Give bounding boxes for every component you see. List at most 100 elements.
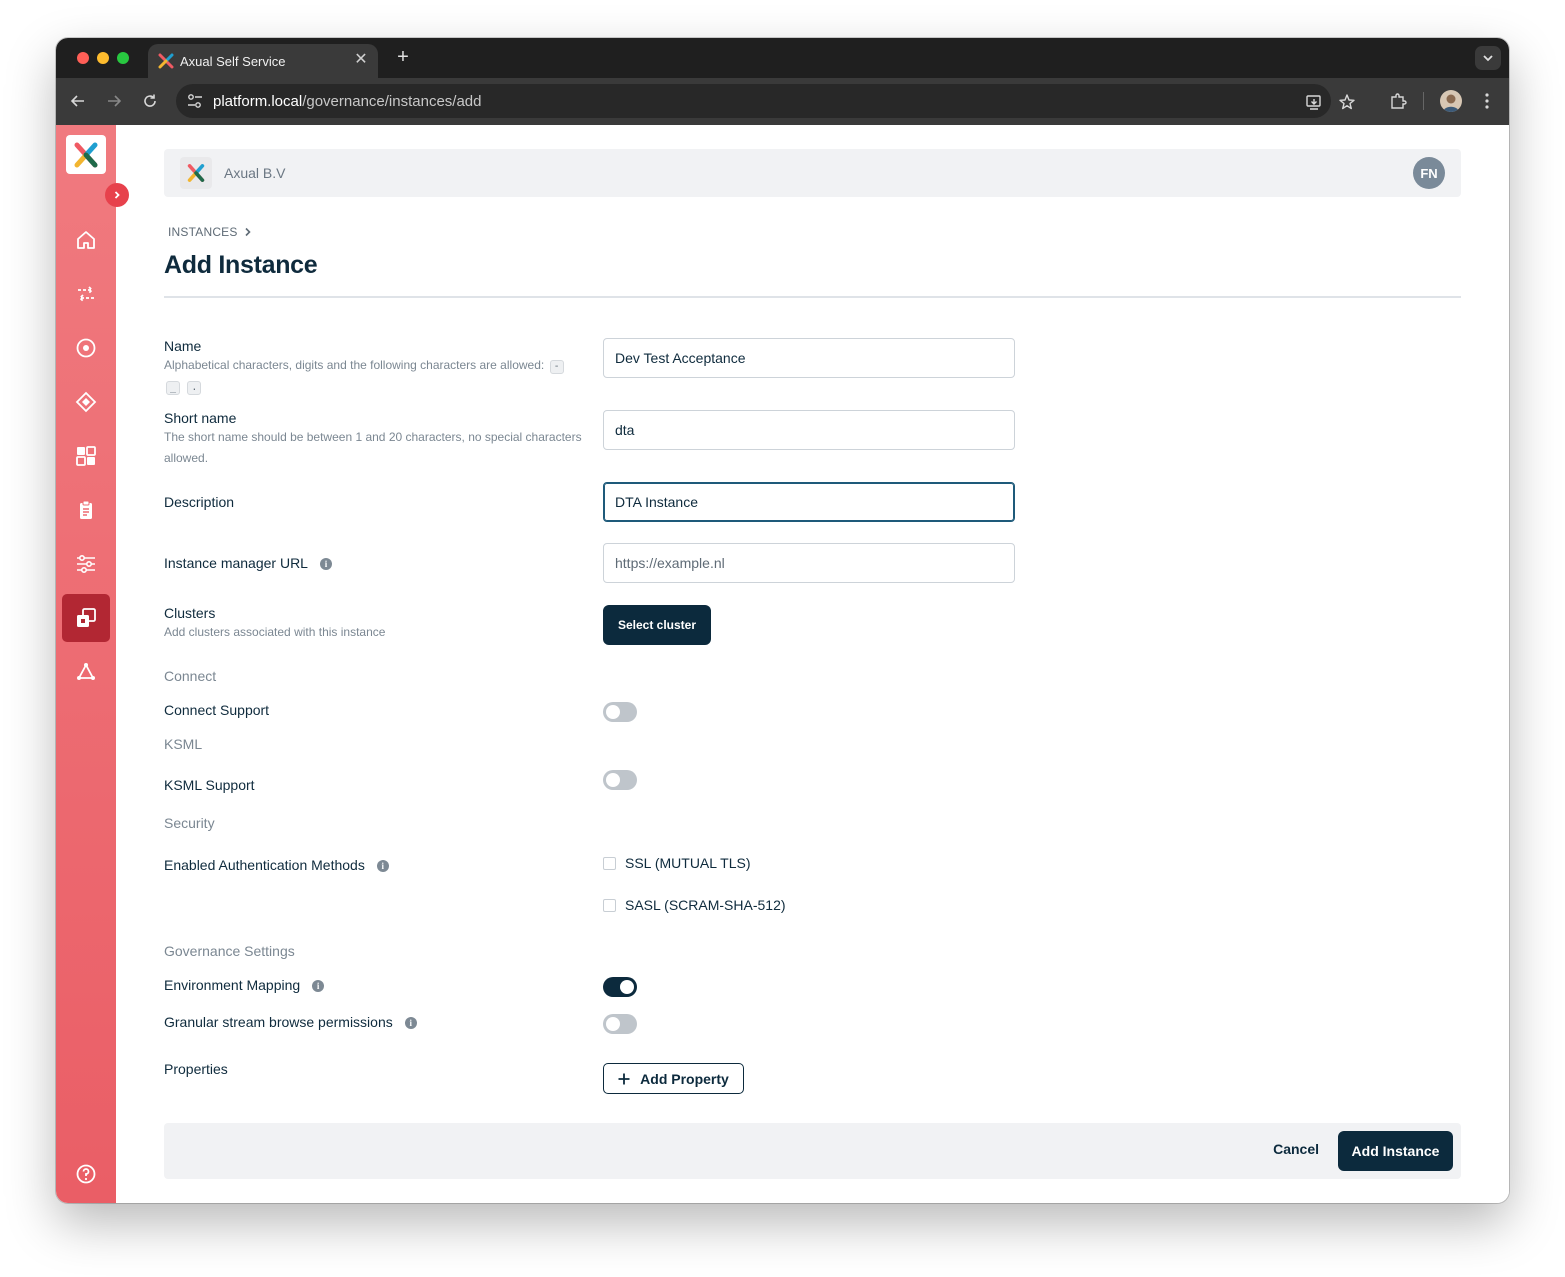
grid-icon <box>76 446 96 466</box>
extensions-button[interactable] <box>1387 90 1409 112</box>
name-hint-text: Alphabetical characters, digits and the … <box>164 358 545 372</box>
tab-search-button[interactable] <box>1475 46 1501 70</box>
info-icon[interactable]: i <box>404 1017 417 1029</box>
sasl-checkbox-row[interactable]: SASL (SCRAM-SHA-512) <box>603 897 786 913</box>
breadcrumb: INSTANCES <box>168 225 252 239</box>
puzzle-icon <box>1391 93 1407 109</box>
description-input[interactable] <box>603 482 1015 522</box>
ksml-support-label: KSML Support <box>164 777 255 793</box>
breadcrumb-instances-link[interactable]: INSTANCES <box>168 225 238 239</box>
network-icon <box>77 663 95 680</box>
arrow-left-icon <box>70 95 84 107</box>
sidebar-item-schemas[interactable] <box>62 378 110 426</box>
ssl-checkbox-row[interactable]: SSL (MUTUAL TLS) <box>603 855 751 871</box>
profile-avatar[interactable] <box>1440 90 1462 112</box>
reload-button[interactable] <box>139 90 161 112</box>
close-window-button[interactable] <box>77 52 89 64</box>
browser-toolbar: platform.local/governance/instances/add <box>56 78 1509 125</box>
user-avatar[interactable]: FN <box>1413 157 1445 189</box>
org-logo <box>180 157 212 189</box>
close-tab-icon[interactable]: ✕ <box>352 51 370 69</box>
more-vertical-icon <box>1485 93 1489 109</box>
flow-arrows-icon <box>78 286 94 302</box>
sidebar-item-help[interactable] <box>62 1150 110 1198</box>
axual-logo-icon <box>74 142 98 167</box>
sidebar-expand-button[interactable] <box>105 183 129 207</box>
allowed-char-chip: _ <box>166 381 181 395</box>
security-section-heading: Security <box>164 815 215 831</box>
org-name: Axual B.V <box>224 165 286 181</box>
url-path: /governance/instances/add <box>302 93 482 110</box>
connect-section-heading: Connect <box>164 668 217 684</box>
sidebar-item-dashboard[interactable] <box>62 432 110 480</box>
diamond-icon <box>75 391 97 413</box>
chevron-down-icon <box>1483 55 1493 62</box>
sidebar-item-clusters[interactable] <box>62 648 110 696</box>
sasl-checkbox-label: SASL (SCRAM-SHA-512) <box>625 897 786 913</box>
bookmark-star-icon[interactable] <box>1337 92 1357 112</box>
forward-button[interactable] <box>103 90 125 112</box>
ssl-checkbox[interactable] <box>603 856 616 870</box>
arrow-right-icon <box>108 95 122 107</box>
description-label: Description <box>164 494 235 510</box>
sidebar-item-settings[interactable] <box>62 540 110 588</box>
connect-support-toggle[interactable] <box>603 702 637 722</box>
url-text: platform.local/governance/instances/add <box>213 93 482 110</box>
instance-manager-url-input[interactable] <box>603 543 1015 583</box>
address-bar[interactable]: platform.local/governance/instances/add <box>176 84 1355 118</box>
axual-logo[interactable] <box>66 135 106 174</box>
url-host: platform.local <box>213 93 303 110</box>
sidebar-item-applications[interactable] <box>62 324 110 372</box>
info-icon[interactable]: i <box>376 860 389 872</box>
main-content: Axual B.V FN INSTANCES Add Instance Name… <box>164 125 1461 1203</box>
connect-support-label: Connect Support <box>164 702 270 718</box>
select-cluster-button[interactable]: Select cluster <box>603 605 711 645</box>
sasl-checkbox[interactable] <box>603 898 616 912</box>
short-name-hint: The short name should be between 1 and 2… <box>164 430 582 465</box>
sidebar-item-instances[interactable] <box>62 594 110 642</box>
install-app-icon[interactable] <box>1304 92 1324 112</box>
granular-browse-label-text: Granular stream browse permissions <box>164 1014 393 1030</box>
browser-tab[interactable]: Axual Self Service ✕ <box>148 44 378 78</box>
axual-favicon-icon <box>158 53 174 69</box>
back-button[interactable] <box>67 90 89 112</box>
toggle-knob <box>606 1017 620 1031</box>
governance-section-heading: Governance Settings <box>164 943 295 959</box>
tab-strip: Axual Self Service ✕ + <box>56 38 1509 78</box>
site-settings-icon[interactable] <box>186 92 204 110</box>
title-divider <box>164 296 1461 298</box>
home-icon <box>77 231 95 249</box>
ksml-support-toggle[interactable] <box>603 770 637 790</box>
environment-mapping-toggle[interactable] <box>603 977 637 997</box>
environment-mapping-label-text: Environment Mapping <box>164 977 301 993</box>
add-property-button[interactable]: Add Property <box>603 1063 744 1094</box>
person-icon <box>1443 94 1459 112</box>
new-tab-icon[interactable]: + <box>392 46 414 68</box>
reload-icon <box>144 94 156 107</box>
add-instance-button[interactable]: Add Instance <box>1338 1131 1453 1171</box>
allowed-char-chip: - <box>549 360 564 374</box>
sidebar-item-streams[interactable] <box>62 270 110 318</box>
browser-menu-button[interactable] <box>1476 90 1498 112</box>
sliders-icon <box>77 554 95 574</box>
name-input[interactable] <box>603 338 1015 378</box>
form-footer: Cancel Add Instance <box>164 1123 1461 1179</box>
clipboard-icon <box>80 500 92 519</box>
chevron-right-icon <box>245 227 251 237</box>
info-icon[interactable]: i <box>319 558 332 570</box>
maximize-window-button[interactable] <box>117 52 129 64</box>
sidebar-item-home[interactable] <box>62 216 110 264</box>
page-title: Add Instance <box>164 251 318 279</box>
info-icon[interactable]: i <box>312 980 325 992</box>
chevron-right-icon <box>114 191 120 199</box>
cancel-button[interactable]: Cancel <box>1273 1141 1319 1157</box>
toolbar-divider <box>1423 92 1424 110</box>
properties-label: Properties <box>164 1061 228 1077</box>
granular-browse-toggle[interactable] <box>603 1014 637 1034</box>
help-icon <box>76 1164 96 1184</box>
minimize-window-button[interactable] <box>97 52 109 64</box>
axual-logo-icon <box>187 164 205 182</box>
sidebar-item-approvals[interactable] <box>62 486 110 534</box>
short-name-input[interactable] <box>603 410 1015 450</box>
browser-window: Axual Self Service ✕ + platform.local/go… <box>56 38 1509 1203</box>
